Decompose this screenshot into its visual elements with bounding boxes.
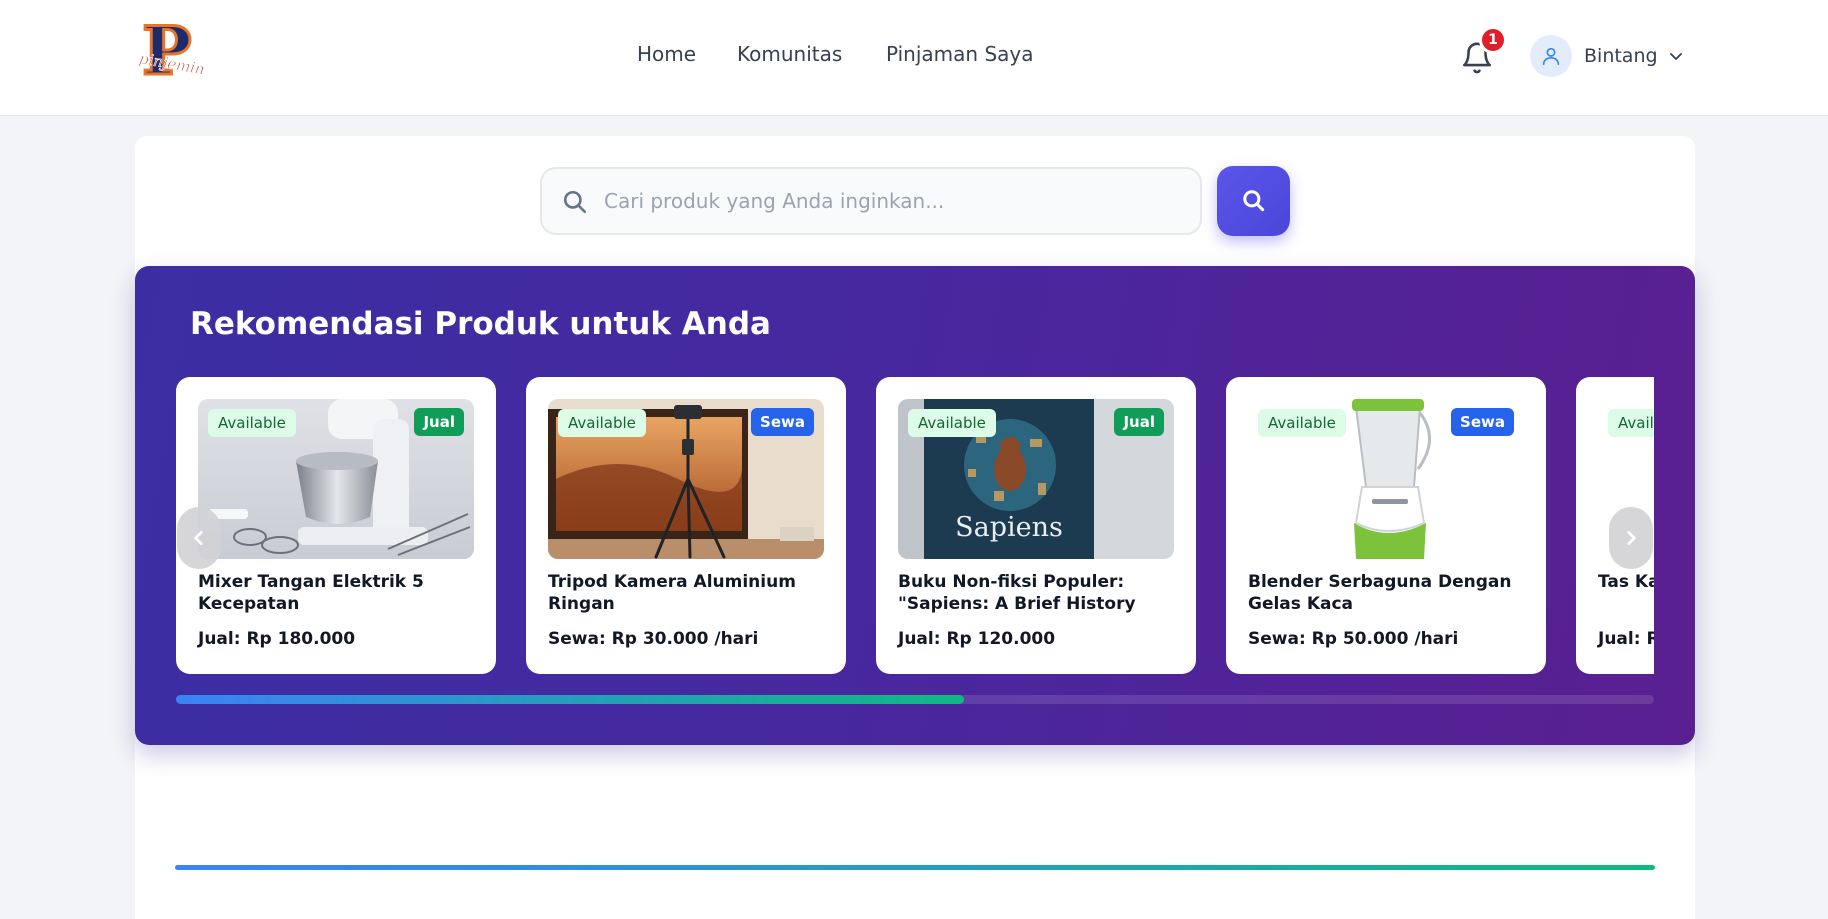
search-box [540,167,1202,235]
carousel-next-button[interactable] [1609,507,1653,569]
user-menu[interactable]: Bintang [1530,35,1684,77]
availability-badge: Available [208,409,296,437]
section-divider [175,865,1655,870]
product-carousel: Available Jual Mixer Tangan Elektrik 5 K… [176,377,1654,677]
nav-home[interactable]: Home [637,42,696,66]
product-price: Jual: Rp 120.000 [898,629,1056,649]
availability-badge: Avail [1608,409,1654,437]
product-image: Available Jual [198,399,474,559]
carousel-progress[interactable] [176,695,1654,704]
svg-text:Sapiens: Sapiens [955,512,1063,543]
user-name: Bintang [1584,45,1658,67]
type-badge: Jual [414,408,464,436]
chevron-down-icon [1669,53,1682,60]
product-name: Buku Non-fiksi Populer: "Sapiens: A Brie… [898,572,1136,614]
avatar [1530,35,1572,77]
section-title: Rekomendasi Produk untuk Anda [190,306,771,342]
search-input[interactable] [604,179,1184,223]
notification-badge: 1 [1479,26,1507,54]
product-card[interactable]: Available Sewa Tripod Kamera Aluminium R… [526,377,846,674]
recommendation-section: Rekomendasi Produk untuk Anda Available … [135,266,1695,745]
product-card[interactable]: Sapiens Available Jual Buku Non-fiksi Po… [876,377,1196,674]
product-name: Mixer Tangan Elektrik 5 Kecepatan [198,572,424,614]
user-icon [1542,47,1560,66]
type-badge: Sewa [1451,408,1514,436]
product-name: Tripod Kamera Aluminium Ringan [548,572,796,614]
carousel-prev-button[interactable] [177,507,221,569]
search-button[interactable] [1217,166,1290,236]
product-image: Sapiens Available Jual [898,399,1174,559]
carousel-progress-fill [176,695,964,704]
availability-badge: Available [908,409,996,437]
type-badge: Jual [1114,408,1164,436]
product-price: Sewa: Rp 50.000 /hari [1248,629,1459,649]
product-price: Jual: Rp 180.000 [198,629,356,649]
product-name: Tas Ka ProTac [1598,572,1654,592]
nav-komunitas[interactable]: Komunitas [737,42,842,66]
pinjemin-logo[interactable]: P pinjemin [136,18,210,90]
chevron-left-icon [194,531,203,545]
nav-pinjaman-saya[interactable]: Pinjaman Saya [886,42,1033,66]
product-name: Blender Serbaguna Dengan Gelas Kaca [1248,572,1512,614]
type-badge: Sewa [751,408,814,436]
product-price: Jual: R [1598,629,1654,649]
search-icon [1242,190,1264,212]
search-icon [563,190,587,214]
availability-badge: Available [1258,409,1346,437]
product-card[interactable]: Available Sewa Blender Serbaguna Dengan … [1226,377,1546,674]
product-image: Available Sewa [548,399,824,559]
chevron-right-icon [1627,531,1636,545]
product-card[interactable]: Available Jual Mixer Tangan Elektrik 5 K… [176,377,496,674]
product-price: Sewa: Rp 30.000 /hari [548,629,759,649]
top-navbar: P pinjemin Home Komunitas Pinjaman Saya … [0,0,1828,116]
product-image: Available Sewa [1248,399,1524,559]
availability-badge: Available [558,409,646,437]
